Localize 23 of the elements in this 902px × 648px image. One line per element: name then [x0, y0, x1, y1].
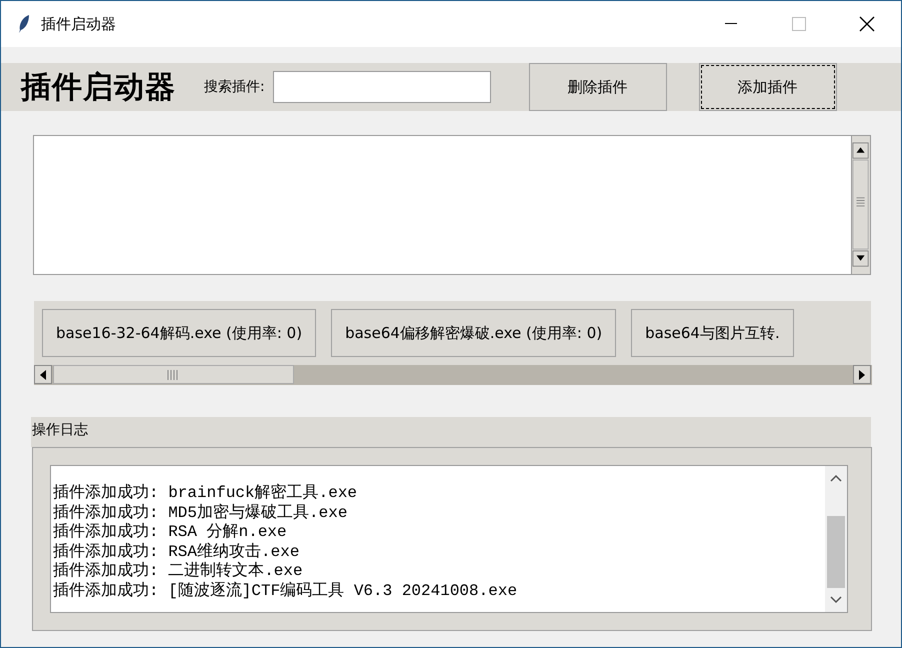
log-line: 插件添加成功: RSA维纳攻击.exe	[53, 542, 300, 562]
minimize-icon	[725, 23, 737, 25]
feather-icon	[17, 14, 31, 34]
log-line: 插件添加成功: [随波逐流]CTF编码工具 V6.3 20241008.exe	[53, 582, 518, 601]
log-heading: 操作日志	[32, 422, 88, 438]
log-line: 插件添加成功: 二进制转文本.exe	[53, 562, 303, 582]
plugin-button[interactable]: base64与图片互转.	[631, 309, 794, 357]
plugin-button[interactable]: base64偏移解密爆破.exe (使用率: 0)	[331, 309, 616, 357]
close-icon	[859, 16, 875, 32]
delete-plugin-button[interactable]: 删除插件	[528, 63, 667, 111]
search-field[interactable]	[272, 71, 491, 103]
maximize-icon	[792, 17, 806, 31]
app-heading: 插件启动器	[21, 68, 176, 106]
window-title: 插件启动器	[41, 14, 117, 34]
horizontal-scrollbar[interactable]	[34, 365, 872, 385]
vertical-scrollbar[interactable]	[825, 466, 847, 612]
plugin-button[interactable]: base16-32-64解码.exe (使用率: 0)	[42, 309, 316, 357]
log-line: 插件添加成功: MD5加密与爆破工具.exe	[53, 504, 348, 522]
search-label: 搜索插件:	[204, 78, 265, 96]
log-line: 插件添加成功: RSA 分解n.exe	[53, 523, 287, 542]
vertical-scrollbar[interactable]	[851, 135, 871, 275]
add-plugin-button[interactable]: 添加插件	[698, 63, 837, 111]
log-line: 插件添加成功: brainfuck解密工具.exe	[53, 484, 358, 504]
